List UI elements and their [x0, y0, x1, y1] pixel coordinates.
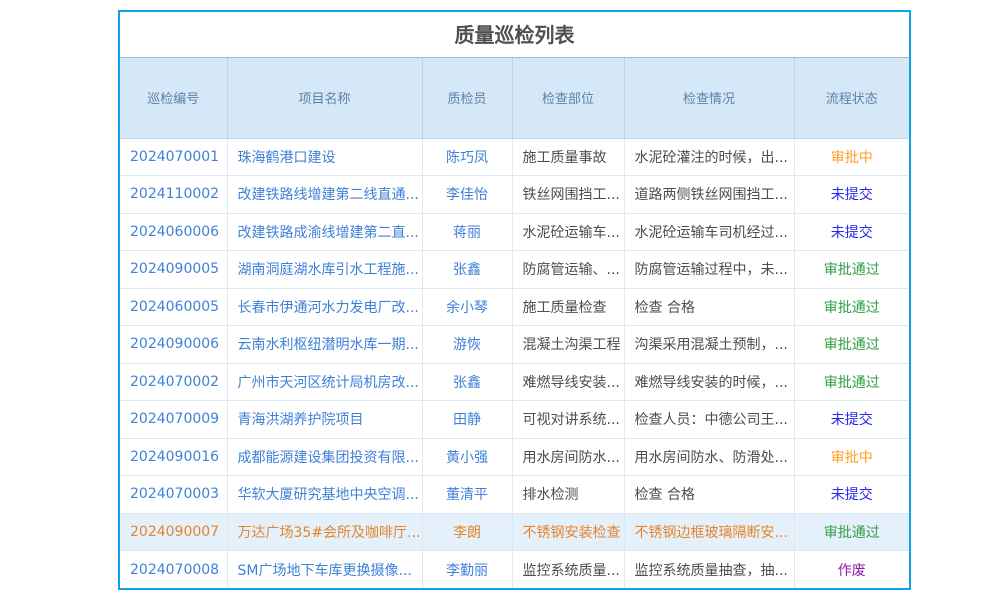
cell-project-name: 广州市天河区统计局机房改...: [227, 363, 422, 401]
cell-inspection-situation: 检查 合格: [624, 288, 794, 326]
cell-status-badge: 未提交: [794, 176, 909, 214]
cell-project-name: 湖南洞庭湖水库引水工程施...: [227, 251, 422, 289]
cell-inspection-situation: 用水房间防水、防滑处...: [624, 438, 794, 476]
cell-inspection-situation: 检查 合格: [624, 476, 794, 514]
cell-inspection-id: 2024090007: [120, 513, 227, 551]
cell-inspection-situation: 水泥砼灌注的时候，出...: [624, 138, 794, 176]
cell-inspection-part: 不锈钢安装检查: [512, 513, 624, 551]
cell-inspection-situation: 监控系统质量抽查，抽...: [624, 551, 794, 589]
cell-project-name: SM广场地下车库更换摄像...: [227, 551, 422, 589]
cell-inspector: 游恢: [422, 326, 512, 364]
cell-inspection-part: 难燃导线安装...: [512, 363, 624, 401]
cell-inspector: 黄小强: [422, 438, 512, 476]
cell-inspector: 张鑫: [422, 363, 512, 401]
cell-inspection-situation: 检查人员：中德公司王...: [624, 401, 794, 439]
cell-inspector: 张鑫: [422, 251, 512, 289]
cell-status-badge: 审批通过: [794, 363, 909, 401]
table-row[interactable]: 2024070009 青海洪湖养护院项目 田静 可视对讲系统... 检查人员：中…: [120, 401, 909, 439]
table-row[interactable]: 2024060006 改建铁路成渝线增建第二直... 蒋丽 水泥砼运输车... …: [120, 213, 909, 251]
cell-project-name: 华软大厦研究基地中央空调...: [227, 476, 422, 514]
table-row[interactable]: 2024070002 广州市天河区统计局机房改... 张鑫 难燃导线安装... …: [120, 363, 909, 401]
cell-inspector: 李勤丽: [422, 551, 512, 589]
cell-status-badge: 审批通过: [794, 288, 909, 326]
cell-inspection-situation: 不锈钢边框玻璃隔断安...: [624, 513, 794, 551]
table-row[interactable]: 2024090007 万达广场35#会所及咖啡厅... 李朗 不锈钢安装检查 不…: [120, 513, 909, 551]
table-header-row: 巡检编号 项目名称 质检员 检查部位 检查情况 流程状态: [120, 58, 909, 138]
cell-inspection-id: 2024070008: [120, 551, 227, 589]
cell-inspection-part: 可视对讲系统...: [512, 401, 624, 439]
cell-status-badge: 审批中: [794, 438, 909, 476]
quality-inspection-panel: 质量巡检列表 巡检编号 项目名称 质检员 检查部位 检查情况 流程状态 2024…: [118, 10, 911, 590]
cell-inspection-id: 2024070009: [120, 401, 227, 439]
cell-status-badge: 审批中: [794, 138, 909, 176]
cell-project-name: 珠海鹤港口建设: [227, 138, 422, 176]
table-body: 2024070001 珠海鹤港口建设 陈巧凤 施工质量事故 水泥砼灌注的时候，出…: [120, 138, 909, 588]
cell-inspector: 蒋丽: [422, 213, 512, 251]
col-header-inspection-part: 检查部位: [512, 58, 624, 138]
col-header-flow-status: 流程状态: [794, 58, 909, 138]
table-row[interactable]: 2024070003 华软大厦研究基地中央空调... 董清平 排水检测 检查 合…: [120, 476, 909, 514]
cell-inspection-id: 2024070001: [120, 138, 227, 176]
cell-status-badge: 未提交: [794, 401, 909, 439]
cell-inspection-id: 2024060006: [120, 213, 227, 251]
table-row[interactable]: 2024090016 成都能源建设集团投资有限... 黄小强 用水房间防水...…: [120, 438, 909, 476]
cell-inspector: 李佳怡: [422, 176, 512, 214]
cell-inspection-id: 2024090005: [120, 251, 227, 289]
cell-status-badge: 未提交: [794, 213, 909, 251]
cell-inspector: 陈巧凤: [422, 138, 512, 176]
cell-inspector: 董清平: [422, 476, 512, 514]
cell-inspection-situation: 防腐管运输过程中，未...: [624, 251, 794, 289]
cell-inspection-part: 混凝土沟渠工程: [512, 326, 624, 364]
cell-inspection-part: 水泥砼运输车...: [512, 213, 624, 251]
cell-inspection-id: 2024060005: [120, 288, 227, 326]
cell-inspector: 李朗: [422, 513, 512, 551]
cell-inspection-situation: 水泥砼运输车司机经过...: [624, 213, 794, 251]
cell-project-name: 青海洪湖养护院项目: [227, 401, 422, 439]
cell-project-name: 改建铁路成渝线增建第二直...: [227, 213, 422, 251]
table-row[interactable]: 2024060005 长春市伊通河水力发电厂改... 余小琴 施工质量检查 检查…: [120, 288, 909, 326]
cell-inspection-part: 排水检测: [512, 476, 624, 514]
cell-inspection-part: 监控系统质量...: [512, 551, 624, 589]
table-row[interactable]: 2024090005 湖南洞庭湖水库引水工程施... 张鑫 防腐管运输、... …: [120, 251, 909, 289]
cell-project-name: 改建铁路线增建第二线直通...: [227, 176, 422, 214]
cell-status-badge: 审批通过: [794, 326, 909, 364]
cell-project-name: 成都能源建设集团投资有限...: [227, 438, 422, 476]
cell-status-badge: 审批通过: [794, 251, 909, 289]
cell-inspection-id: 2024110002: [120, 176, 227, 214]
cell-inspection-part: 施工质量检查: [512, 288, 624, 326]
table-row[interactable]: 2024110002 改建铁路线增建第二线直通... 李佳怡 铁丝网围挡工...…: [120, 176, 909, 214]
cell-status-badge: 审批通过: [794, 513, 909, 551]
cell-inspector: 田静: [422, 401, 512, 439]
col-header-inspector: 质检员: [422, 58, 512, 138]
cell-inspection-id: 2024090006: [120, 326, 227, 364]
inspection-table: 巡检编号 项目名称 质检员 检查部位 检查情况 流程状态 2024070001 …: [120, 58, 909, 588]
cell-inspection-situation: 道路两侧铁丝网围挡工...: [624, 176, 794, 214]
cell-inspection-part: 用水房间防水...: [512, 438, 624, 476]
col-header-project-name: 项目名称: [227, 58, 422, 138]
cell-inspection-part: 施工质量事故: [512, 138, 624, 176]
table-row[interactable]: 2024070008 SM广场地下车库更换摄像... 李勤丽 监控系统质量...…: [120, 551, 909, 589]
cell-project-name: 云南水利枢纽潜明水库一期...: [227, 326, 422, 364]
cell-project-name: 长春市伊通河水力发电厂改...: [227, 288, 422, 326]
cell-inspection-part: 防腐管运输、...: [512, 251, 624, 289]
col-header-inspection-id: 巡检编号: [120, 58, 227, 138]
table-row[interactable]: 2024070001 珠海鹤港口建设 陈巧凤 施工质量事故 水泥砼灌注的时候，出…: [120, 138, 909, 176]
col-header-inspection-situation: 检查情况: [624, 58, 794, 138]
cell-inspection-situation: 沟渠采用混凝土预制，...: [624, 326, 794, 364]
cell-status-badge: 作废: [794, 551, 909, 589]
cell-inspection-part: 铁丝网围挡工...: [512, 176, 624, 214]
page-title: 质量巡检列表: [120, 12, 909, 58]
cell-inspection-situation: 难燃导线安装的时候，...: [624, 363, 794, 401]
cell-inspection-id: 2024070003: [120, 476, 227, 514]
cell-inspector: 余小琴: [422, 288, 512, 326]
cell-project-name: 万达广场35#会所及咖啡厅...: [227, 513, 422, 551]
table-row[interactable]: 2024090006 云南水利枢纽潜明水库一期... 游恢 混凝土沟渠工程 沟渠…: [120, 326, 909, 364]
cell-status-badge: 未提交: [794, 476, 909, 514]
cell-inspection-id: 2024090016: [120, 438, 227, 476]
cell-inspection-id: 2024070002: [120, 363, 227, 401]
